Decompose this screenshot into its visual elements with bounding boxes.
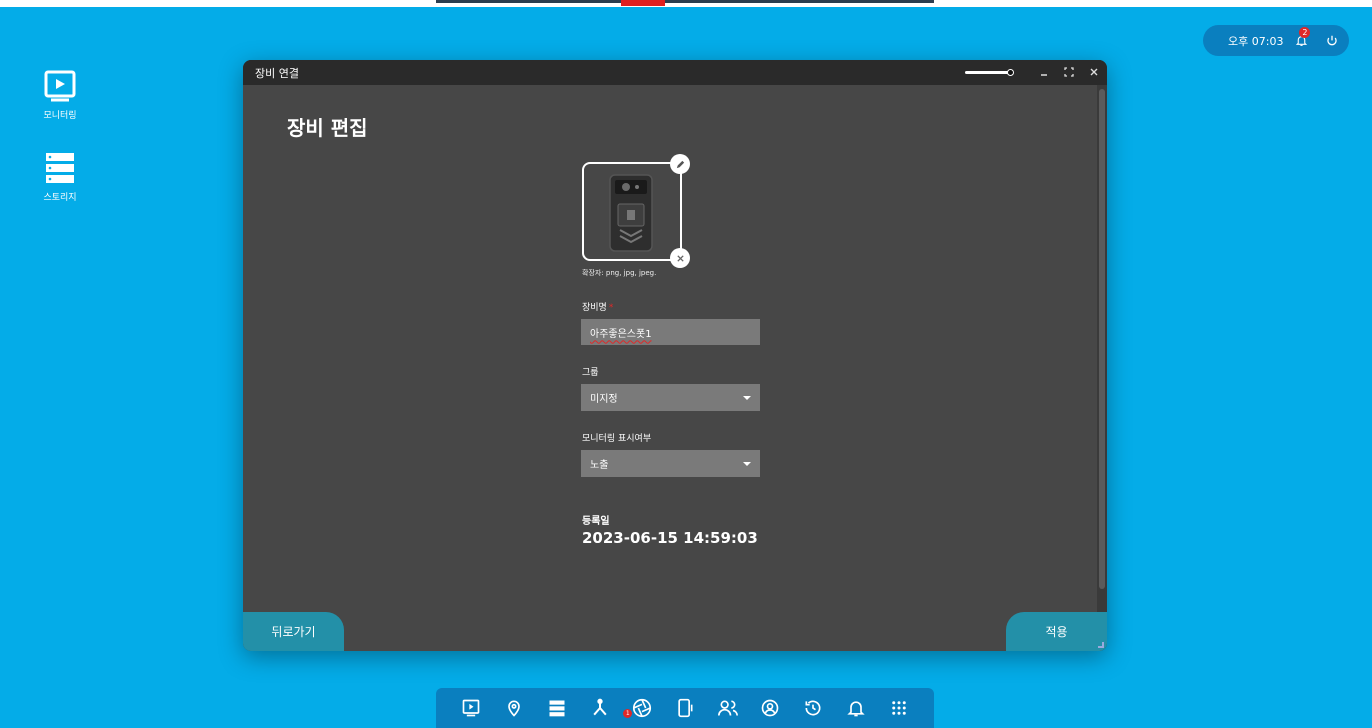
minimize-button[interactable] bbox=[1036, 64, 1052, 80]
taskbar-alerts[interactable] bbox=[843, 695, 869, 721]
group-selected-value: 미지정 bbox=[590, 394, 618, 405]
close-button[interactable] bbox=[1086, 64, 1102, 80]
desktop-icon-storage[interactable]: 스토리지 bbox=[30, 150, 90, 203]
network-icon bbox=[592, 698, 607, 716]
clock-text: 오후 07:03 bbox=[1228, 34, 1284, 48]
device-icon bbox=[678, 698, 693, 718]
maximize-button[interactable] bbox=[1061, 64, 1077, 80]
notification-badge: 2 bbox=[1299, 26, 1311, 38]
storage-icon bbox=[46, 153, 74, 183]
close-icon bbox=[676, 254, 684, 262]
edit-image-button[interactable] bbox=[670, 154, 690, 174]
taskbar-account[interactable] bbox=[757, 695, 783, 721]
remove-image-button[interactable] bbox=[670, 248, 690, 268]
pencil-icon bbox=[676, 160, 684, 168]
user-circle-icon bbox=[762, 699, 779, 717]
power-button[interactable] bbox=[1325, 34, 1339, 48]
slider-knob[interactable] bbox=[1007, 69, 1014, 76]
taskbar-network[interactable] bbox=[587, 695, 613, 721]
storage-icon bbox=[549, 700, 565, 717]
taskbar-location[interactable] bbox=[501, 695, 527, 721]
image-extension-hint: 확장자: png, jpg, jpeg. bbox=[582, 269, 657, 277]
fullscreen-icon bbox=[1064, 67, 1074, 77]
device-image bbox=[609, 174, 653, 252]
group-select[interactable]: 미지정 bbox=[581, 384, 760, 411]
group-label: 그룹 bbox=[582, 368, 599, 378]
chevron-down-icon bbox=[743, 395, 751, 400]
registered-date-label: 등록일 bbox=[582, 516, 610, 527]
taskbar-storage[interactable] bbox=[544, 695, 570, 721]
notification-bell[interactable]: 2 bbox=[1293, 26, 1311, 49]
device-connection-window: 장비 연결 장비 편집 확장자: png, jpg, jpeg. 장비명 * 아… bbox=[243, 60, 1107, 651]
top-strip-segment bbox=[436, 0, 934, 3]
power-icon bbox=[1327, 35, 1338, 45]
apply-button[interactable]: 적용 bbox=[1006, 612, 1107, 651]
apps-grid-icon bbox=[891, 701, 906, 715]
monitoring-visibility-label: 모니터링 표시여부 bbox=[582, 434, 652, 444]
registered-date-value: 2023-06-15 14:59:03 bbox=[582, 529, 758, 547]
top-strip-accent bbox=[621, 0, 665, 6]
taskbar-users[interactable] bbox=[715, 695, 741, 721]
back-button[interactable]: 뒤로가기 bbox=[243, 612, 344, 651]
window-scrollbar[interactable] bbox=[1097, 85, 1107, 651]
window-title: 장비 연결 bbox=[255, 66, 299, 80]
taskbar-device[interactable] bbox=[672, 695, 698, 721]
desktop-icon-label: 모니터링 bbox=[43, 111, 77, 121]
page-title: 장비 편집 bbox=[287, 116, 368, 140]
bell-icon bbox=[847, 701, 865, 717]
users-icon bbox=[717, 700, 738, 716]
location-pin-icon bbox=[508, 700, 520, 717]
desktop-icon-monitoring[interactable]: 모니터링 bbox=[30, 68, 90, 121]
taskbar-history[interactable] bbox=[800, 695, 826, 721]
required-marker: * bbox=[608, 303, 614, 313]
taskbar-camera[interactable]: 1 bbox=[623, 695, 655, 721]
taskbar: 1 bbox=[436, 688, 934, 728]
minimize-icon bbox=[1041, 74, 1047, 76]
monitoring-visibility-select[interactable]: 노출 bbox=[581, 450, 760, 477]
opacity-slider[interactable] bbox=[965, 69, 1014, 76]
taskbar-monitoring[interactable] bbox=[458, 695, 484, 721]
device-name-value: 아주좋은스폿1 bbox=[590, 328, 652, 340]
resize-grip[interactable] bbox=[1098, 642, 1104, 648]
system-status-pill: 오후 07:03 2 bbox=[1203, 25, 1349, 56]
apply-button-label: 적용 bbox=[1045, 625, 1068, 639]
monitor-play-icon bbox=[463, 699, 480, 717]
chevron-down-icon bbox=[743, 461, 751, 466]
taskbar-apps[interactable] bbox=[886, 695, 912, 721]
monitor-play-icon bbox=[44, 70, 76, 102]
history-icon bbox=[805, 700, 821, 716]
close-icon bbox=[1090, 68, 1098, 76]
monitoring-visibility-value: 노출 bbox=[590, 460, 609, 471]
scrollbar-thumb[interactable] bbox=[1099, 89, 1105, 589]
top-strip bbox=[0, 0, 1372, 7]
window-titlebar[interactable]: 장비 연결 bbox=[243, 60, 1107, 85]
device-name-label: 장비명 * bbox=[582, 303, 614, 313]
device-image-box[interactable] bbox=[582, 154, 690, 268]
camera-aperture-icon bbox=[633, 698, 652, 718]
device-name-input[interactable]: 아주좋은스폿1 bbox=[581, 319, 760, 345]
desktop-icon-label: 스토리지 bbox=[43, 193, 77, 203]
